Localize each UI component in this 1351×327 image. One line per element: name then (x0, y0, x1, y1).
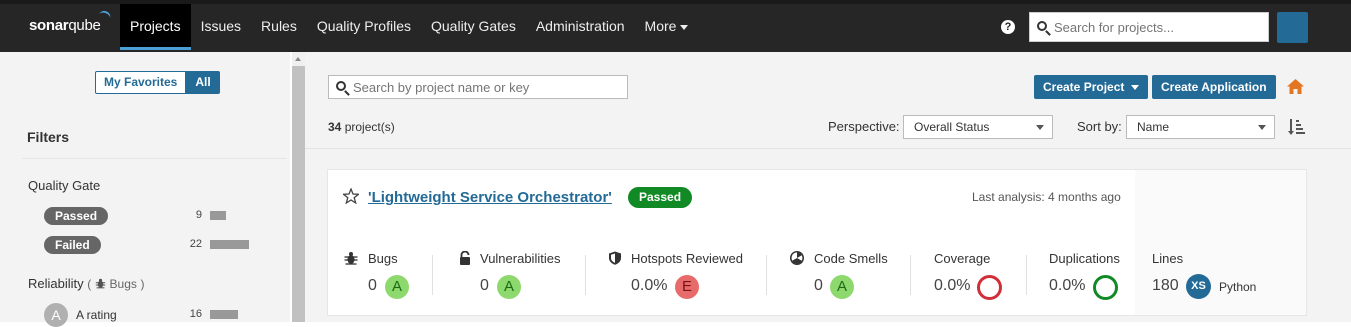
lines-label: Lines (1152, 251, 1184, 266)
perspective-label: Perspective: (828, 119, 900, 134)
duplications-label: Duplications (1049, 251, 1120, 266)
project-search-box[interactable] (328, 75, 628, 99)
nav-quality-gates[interactable]: Quality Gates (421, 4, 526, 50)
reliability-sub: Bugs (109, 277, 137, 291)
rating-a-filter[interactable]: A rating (76, 308, 117, 322)
coverage-label: Coverage (934, 251, 991, 266)
home-icon[interactable] (1287, 79, 1304, 94)
code-smells-value[interactable]: 0 (814, 277, 823, 295)
chevron-down-icon (1036, 125, 1044, 130)
project-count-suffix: project(s) (341, 120, 395, 134)
chevron-down-icon (1258, 125, 1266, 130)
duplications-ring-icon (1093, 275, 1118, 300)
sort-by-value: Name (1137, 120, 1170, 134)
reliability-paren-close: ) (140, 277, 145, 291)
global-search-input[interactable] (1054, 13, 1264, 41)
scrollbar-thumb[interactable] (292, 66, 305, 322)
project-language: Python (1219, 280, 1257, 294)
divider (910, 255, 911, 295)
sonarqube-logo[interactable]: sonarqube (29, 9, 112, 34)
bugs-value[interactable]: 0 (368, 277, 377, 295)
divider (1026, 255, 1027, 295)
search-icon (1037, 21, 1047, 31)
last-analysis-text: Last analysis: 4 months ago (972, 190, 1121, 204)
filters-title: Filters (27, 129, 70, 145)
duplications-value[interactable]: 0.0% (1049, 277, 1085, 295)
reliability-paren-open: ( (87, 277, 92, 291)
favorites-toggle: My Favorites All (95, 71, 220, 94)
rating-a-count: 16 (189, 308, 202, 320)
coverage-ring-icon (977, 275, 1002, 300)
sort-order-icon[interactable] (1288, 118, 1306, 136)
all-projects-button[interactable]: All (186, 71, 220, 94)
coverage-value[interactable]: 0.0% (934, 277, 970, 295)
sort-by-label: Sort by: (1077, 119, 1122, 134)
search-icon (336, 81, 346, 91)
hotspots-reviewed-value[interactable]: 0.0% (631, 277, 667, 295)
bug-icon (344, 252, 358, 265)
logo-light-text: qube (68, 17, 101, 34)
hotspots-reviewed-label: Hotspots Reviewed (631, 251, 743, 266)
nav-quality-profiles[interactable]: Quality Profiles (307, 4, 421, 50)
rating-a-icon: A (44, 303, 68, 327)
bugs-label: Bugs (368, 251, 398, 266)
avatar[interactable] (1277, 12, 1308, 43)
quality-gate-status-badge: Passed (628, 187, 693, 208)
lock-icon (460, 251, 470, 265)
my-favorites-button[interactable]: My Favorites (95, 71, 187, 94)
vulnerabilities-label: Vulnerabilities (480, 251, 561, 266)
perspective-value: Overall Status (914, 120, 990, 134)
create-project-label: Create Project (1043, 80, 1125, 94)
nav-administration[interactable]: Administration (526, 4, 635, 50)
nav-more[interactable]: More (635, 4, 699, 50)
code-smells-label: Code Smells (814, 251, 888, 266)
quality-gate-passed-bar (210, 211, 226, 220)
scroll-up-icon[interactable] (295, 57, 301, 61)
chevron-down-icon (680, 24, 689, 30)
quality-gate-failed-bar (210, 240, 249, 249)
size-rating-badge: XS (1186, 274, 1211, 299)
help-icon[interactable]: ? (1001, 20, 1015, 34)
nav-issues[interactable]: Issues (191, 4, 251, 50)
logo-bold-text: sonar (29, 17, 69, 34)
divider (305, 148, 1351, 149)
divider (22, 158, 287, 159)
divider (766, 255, 767, 295)
reliability-title-text: Reliability (28, 276, 84, 291)
quality-gate-failed-filter[interactable]: Failed (44, 236, 101, 254)
shield-icon (609, 251, 621, 265)
vulnerabilities-rating[interactable]: A (497, 275, 521, 299)
create-project-button[interactable]: Create Project (1034, 75, 1149, 99)
perspective-select[interactable]: Overall Status (903, 115, 1053, 139)
nav-rules[interactable]: Rules (251, 4, 307, 50)
lines-value[interactable]: 180 (1152, 277, 1179, 295)
bug-icon (95, 278, 106, 289)
vulnerabilities-value[interactable]: 0 (480, 277, 489, 295)
project-search-input[interactable] (353, 76, 623, 98)
sidebar-scrollbar[interactable] (292, 52, 305, 322)
quality-gate-passed-filter[interactable]: Passed (44, 207, 109, 225)
bugs-rating[interactable]: A (385, 275, 409, 299)
quality-gate-passed-count: 9 (195, 209, 202, 221)
rating-a-bar (210, 310, 238, 319)
chevron-down-icon (1131, 85, 1140, 91)
code-smell-icon (790, 251, 804, 265)
sort-by-select[interactable]: Name (1126, 115, 1275, 139)
favorite-star-icon[interactable] (343, 188, 359, 204)
create-application-button[interactable]: Create Application (1152, 75, 1276, 99)
nav-more-label: More (644, 18, 677, 34)
hotspots-rating[interactable]: E (675, 275, 699, 299)
quality-gate-failed-count: 22 (189, 238, 202, 250)
quality-gate-facet-title[interactable]: Quality Gate (28, 178, 100, 193)
project-name-link[interactable]: 'Lightweight Service Orchestrator' (368, 189, 612, 206)
project-count-number: 34 (328, 120, 342, 134)
divider (432, 255, 433, 295)
code-smells-rating[interactable]: A (830, 275, 854, 299)
global-search-box[interactable] (1029, 12, 1269, 42)
reliability-facet-title[interactable]: Reliability ( Bugs ) (28, 276, 145, 291)
project-count: 34 project(s) (328, 120, 395, 134)
main-nav: Projects Issues Rules Quality Profiles Q… (120, 4, 698, 52)
divider (585, 255, 586, 295)
nav-projects[interactable]: Projects (120, 4, 191, 50)
